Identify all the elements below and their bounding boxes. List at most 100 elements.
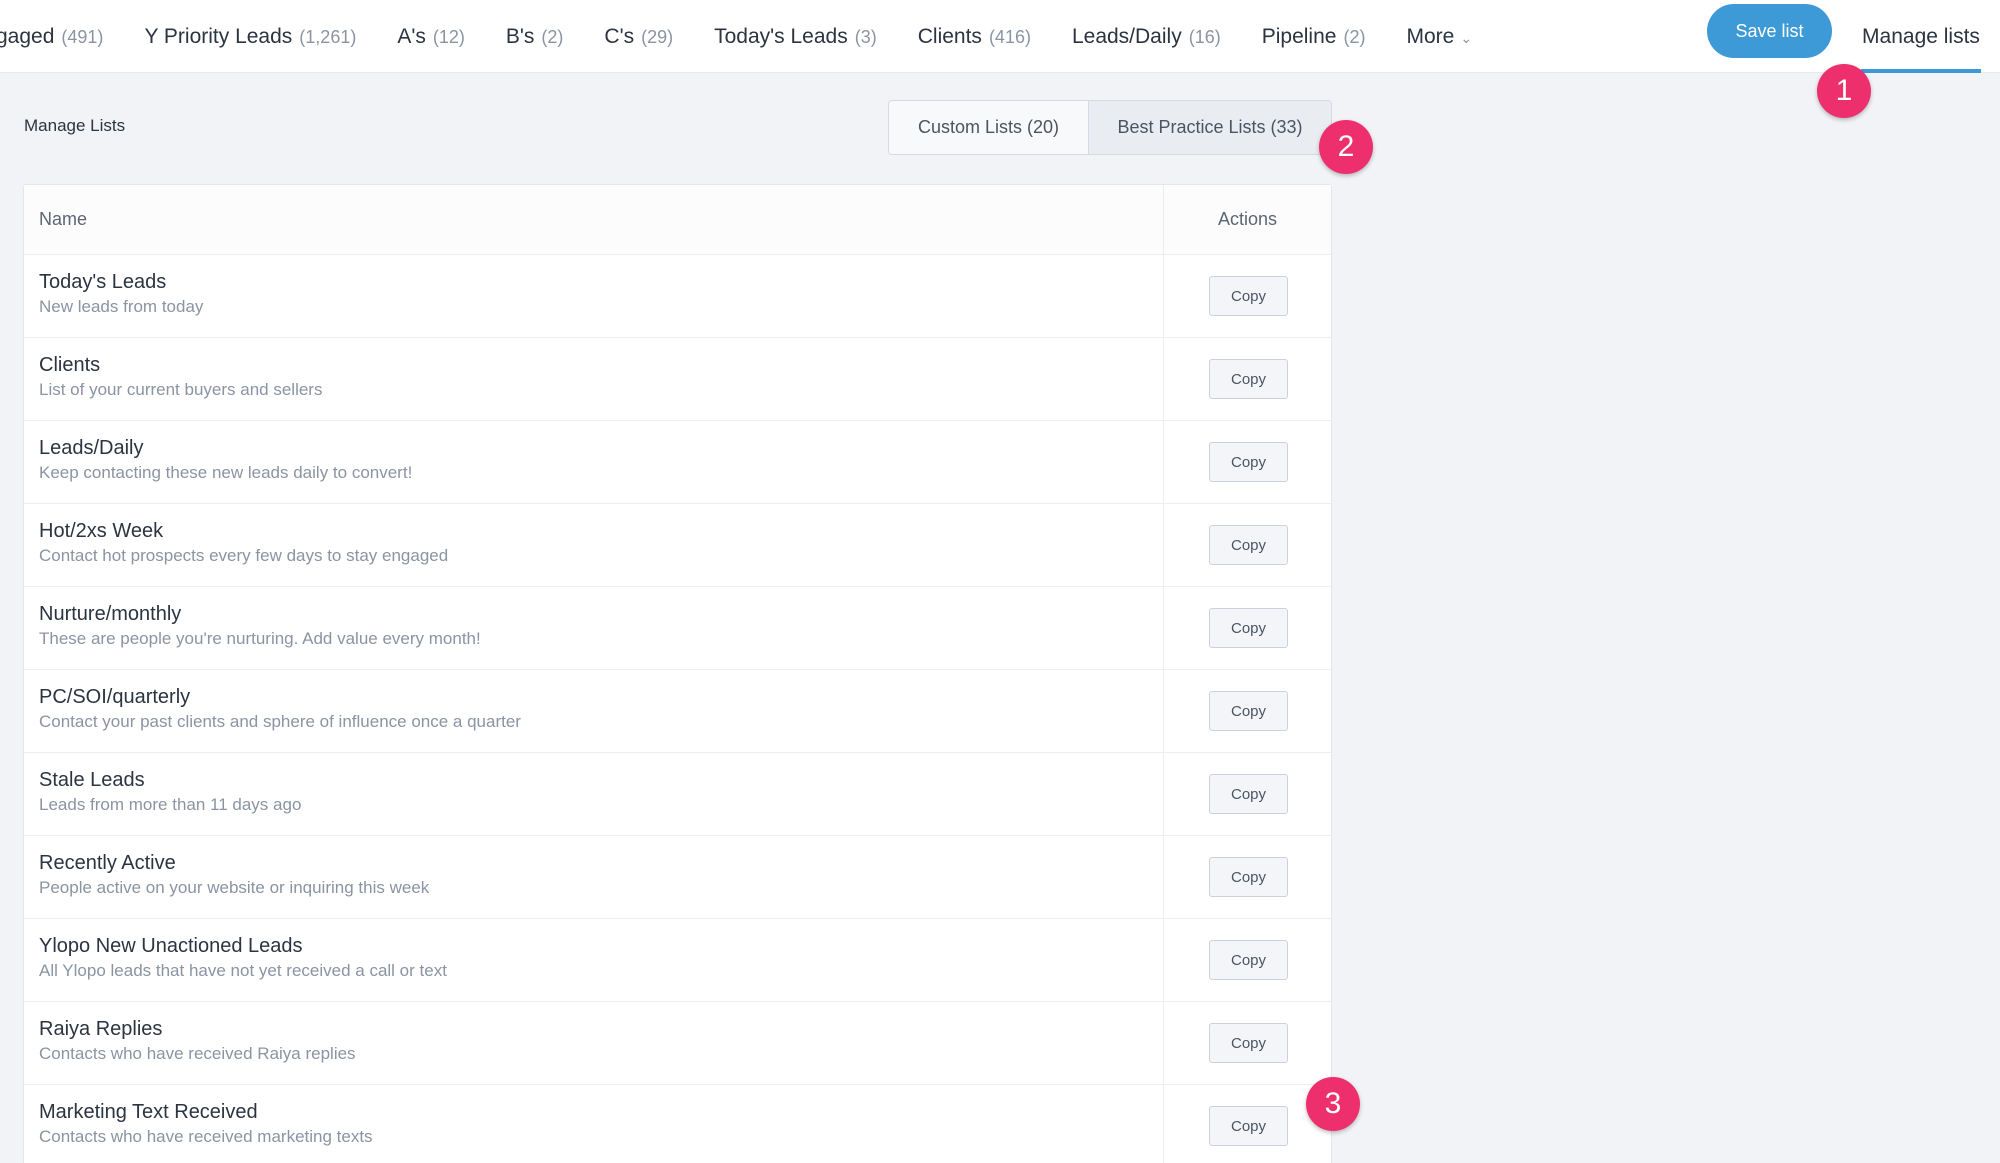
table-row: Recently Active People active on your we…: [24, 836, 1331, 919]
tab-label: Clients: [917, 24, 982, 48]
copy-button[interactable]: Copy: [1209, 774, 1288, 814]
name-cell: Today's Leads New leads from today: [24, 255, 1164, 337]
list-tabs: gaged (491) Y Priority Leads (1,261) A's…: [0, 0, 1472, 73]
table-row: Ylopo New Unactioned Leads All Ylopo lea…: [24, 919, 1331, 1002]
list-description: Contacts who have received marketing tex…: [39, 1127, 373, 1146]
table-row: Today's Leads New leads from today Copy: [24, 255, 1331, 338]
list-name: Ylopo New Unactioned Leads: [39, 935, 303, 957]
tab-label: A's: [397, 24, 426, 48]
table-row: Marketing Text Received Contacts who hav…: [24, 1085, 1331, 1163]
actions-cell: Copy: [1164, 919, 1331, 1001]
name-cell: Marketing Text Received Contacts who hav…: [24, 1085, 1164, 1163]
tab-count: (1,261): [299, 26, 357, 47]
tab-a-leads[interactable]: A's (12): [397, 25, 465, 49]
tab-leads-daily[interactable]: Leads/Daily (16): [1072, 25, 1221, 49]
tab-count: (16): [1188, 26, 1221, 47]
copy-button[interactable]: Copy: [1209, 940, 1288, 980]
list-description: Keep contacting these new leads daily to…: [39, 463, 413, 482]
top-navigation: gaged (491) Y Priority Leads (1,261) A's…: [0, 0, 2000, 73]
active-tab-indicator: [1861, 69, 1981, 73]
copy-button[interactable]: Copy: [1209, 691, 1288, 731]
table-row: Nurture/monthly These are people you're …: [24, 587, 1331, 670]
list-description: New leads from today: [39, 297, 204, 316]
tab-label: B's: [505, 24, 535, 48]
more-label: More: [1406, 24, 1455, 48]
list-name: Stale Leads: [39, 769, 145, 791]
tab-count: (12): [432, 26, 465, 47]
annotation-marker-3: 3: [1306, 1077, 1360, 1131]
name-cell: Ylopo New Unactioned Leads All Ylopo lea…: [24, 919, 1164, 1001]
copy-button[interactable]: Copy: [1209, 1023, 1288, 1063]
tab-label: Pipeline: [1261, 24, 1337, 48]
copy-button[interactable]: Copy: [1209, 1106, 1288, 1146]
list-name: Today's Leads: [39, 271, 167, 293]
tab-c-leads[interactable]: C's (29): [604, 25, 673, 49]
tab-count: (2): [1343, 26, 1366, 47]
table-header: Name Actions: [24, 185, 1331, 255]
tab-count: (2): [541, 26, 564, 47]
actions-cell: Copy: [1164, 421, 1331, 503]
tab-label: C's: [604, 24, 635, 48]
actions-cell: Copy: [1164, 670, 1331, 752]
copy-button[interactable]: Copy: [1209, 857, 1288, 897]
copy-button[interactable]: Copy: [1209, 442, 1288, 482]
table-row: Raiya Replies Contacts who have received…: [24, 1002, 1331, 1085]
annotation-marker-1: 1: [1817, 64, 1871, 118]
copy-button[interactable]: Copy: [1209, 608, 1288, 648]
list-name: Nurture/monthly: [39, 603, 182, 625]
actions-cell: Copy: [1164, 836, 1331, 918]
tab-priority-leads[interactable]: Y Priority Leads (1,261): [144, 25, 356, 49]
tab-count: (29): [641, 26, 674, 47]
name-cell: Nurture/monthly These are people you're …: [24, 587, 1164, 669]
list-description: Leads from more than 11 days ago: [39, 795, 302, 814]
lists-table: Name Actions Today's Leads New leads fro…: [23, 184, 1332, 1163]
copy-button[interactable]: Copy: [1209, 359, 1288, 399]
list-name: Clients: [39, 354, 101, 376]
manage-lists-label: Manage lists: [1862, 24, 1980, 48]
tab-b-leads[interactable]: B's (2): [506, 25, 564, 49]
list-name: Marketing Text Received: [39, 1101, 258, 1123]
list-description: Contact your past clients and sphere of …: [39, 712, 521, 731]
name-cell: Clients List of your current buyers and …: [24, 338, 1164, 420]
tab-label: Leads/Daily: [1071, 24, 1182, 48]
tab-label: Y Priority Leads: [144, 24, 293, 48]
name-cell: PC/SOI/quarterly Contact your past clien…: [24, 670, 1164, 752]
table-row: Stale Leads Leads from more than 11 days…: [24, 753, 1331, 836]
name-cell: Recently Active People active on your we…: [24, 836, 1164, 918]
list-name: Recently Active: [39, 852, 176, 874]
annotation-marker-2: 2: [1319, 120, 1373, 174]
list-name: PC/SOI/quarterly: [39, 686, 191, 708]
list-description: Contacts who have received Raiya replies: [39, 1044, 356, 1063]
tab-engaged[interactable]: gaged (491): [0, 25, 103, 49]
chevron-down-icon: ⌄: [1460, 29, 1473, 46]
page-title: Manage Lists: [24, 116, 126, 135]
name-cell: Leads/Daily Keep contacting these new le…: [24, 421, 1164, 503]
actions-cell: Copy: [1164, 1002, 1331, 1084]
more-menu[interactable]: More ⌄: [1406, 25, 1472, 49]
tab-todays-leads[interactable]: Today's Leads (3): [714, 25, 877, 49]
table-row: Leads/Daily Keep contacting these new le…: [24, 421, 1331, 504]
tab-label: Today's Leads: [714, 24, 848, 48]
copy-button[interactable]: Copy: [1209, 276, 1288, 316]
list-name: Hot/2xs Week: [39, 520, 164, 542]
name-cell: Raiya Replies Contacts who have received…: [24, 1002, 1164, 1084]
list-description: People active on your website or inquiri…: [39, 878, 430, 897]
tab-label: gaged: [0, 24, 55, 48]
column-header-name: Name: [24, 185, 1164, 254]
copy-button[interactable]: Copy: [1209, 525, 1288, 565]
best-practice-lists-button[interactable]: Best Practice Lists (33): [1089, 101, 1331, 154]
column-header-actions: Actions: [1217, 209, 1278, 229]
tab-clients[interactable]: Clients (416): [918, 25, 1031, 49]
list-description: List of your current buyers and sellers: [39, 380, 323, 399]
list-name: Raiya Replies: [39, 1018, 163, 1040]
tab-count: (416): [988, 26, 1031, 47]
custom-lists-button[interactable]: Custom Lists (20): [889, 101, 1089, 154]
list-description: All Ylopo leads that have not yet receiv…: [39, 961, 447, 980]
actions-cell: Copy: [1164, 255, 1331, 337]
save-list-button[interactable]: Save list: [1707, 4, 1832, 58]
actions-cell: Copy: [1164, 753, 1331, 835]
list-type-toggle: Custom Lists (20) Best Practice Lists (3…: [888, 100, 1332, 155]
list-description: Contact hot prospects every few days to …: [39, 546, 449, 565]
tab-pipeline[interactable]: Pipeline (2): [1262, 25, 1366, 49]
manage-lists-tab[interactable]: Manage lists: [1861, 0, 1981, 73]
